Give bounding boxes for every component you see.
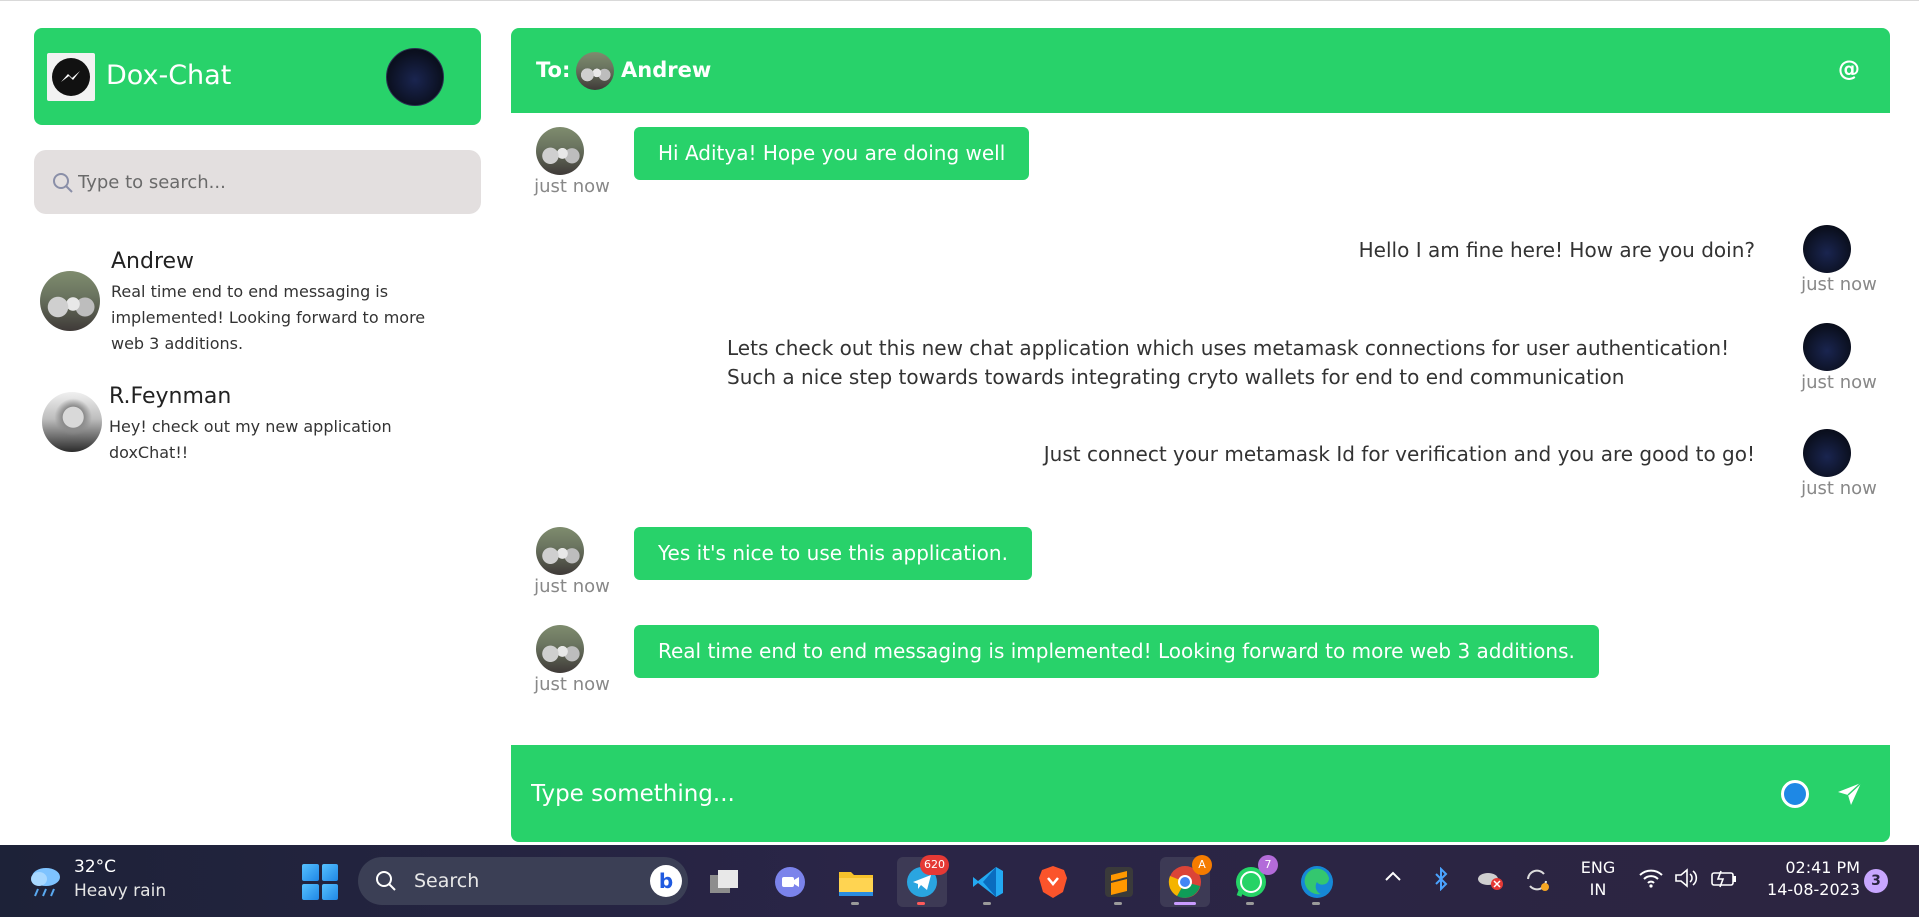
contact-avatar xyxy=(40,271,100,331)
bluetooth-icon[interactable] xyxy=(1432,866,1450,896)
taskbar: 32°C Heavy rain Search b 620 A 7 ENG IN … xyxy=(0,845,1919,917)
message-avatar xyxy=(536,625,584,673)
whatsapp-badge: 7 xyxy=(1258,855,1278,875)
contact-name: R.Feynman xyxy=(109,384,232,409)
message-input[interactable] xyxy=(531,773,1681,815)
app-title: Dox-Chat xyxy=(106,60,232,91)
contact-avatar xyxy=(42,392,102,452)
send-icon[interactable] xyxy=(1835,779,1865,809)
language-code: ENG xyxy=(1580,858,1616,877)
message-time: just now xyxy=(534,176,610,197)
notification-badge[interactable]: 3 xyxy=(1864,869,1888,893)
message-avatar xyxy=(536,127,584,175)
brand-header: Dox-Chat xyxy=(34,28,481,125)
contact-search xyxy=(34,150,481,214)
weather-condition[interactable]: Heavy rain xyxy=(74,881,166,901)
messenger-logo-icon xyxy=(47,53,95,101)
message-bubble-incoming: Yes it's nice to use this application. xyxy=(634,527,1032,580)
sublime-text-icon[interactable] xyxy=(1094,857,1144,907)
mention-button[interactable]: @ xyxy=(1838,57,1860,82)
clock[interactable]: 02:41 PM 14-08-2023 xyxy=(1760,857,1860,901)
chrome-icon[interactable]: A xyxy=(1160,855,1212,907)
weather-temperature[interactable]: 32°C xyxy=(74,857,116,877)
whatsapp-icon[interactable]: 7 xyxy=(1226,855,1278,907)
message-time: just now xyxy=(1801,478,1877,499)
message-text-outgoing: Lets check out this new chat application… xyxy=(727,336,1730,389)
message-time: just now xyxy=(534,674,610,695)
brave-browser-icon[interactable] xyxy=(1028,857,1078,907)
edge-browser-icon[interactable] xyxy=(1292,857,1342,907)
task-view-icon[interactable] xyxy=(700,857,750,907)
recipient-name: Andrew xyxy=(621,58,712,82)
language-indicator[interactable]: ENG IN xyxy=(1578,857,1618,901)
bing-icon[interactable]: b xyxy=(650,865,682,897)
message-bubble-incoming: Real time end to end messaging is implem… xyxy=(634,625,1599,678)
message-time: just now xyxy=(1801,274,1877,295)
wifi-icon[interactable] xyxy=(1638,867,1664,894)
chat-header: To: Andrew @ xyxy=(511,28,1890,113)
search-icon xyxy=(53,173,73,193)
onedrive-error-icon[interactable] xyxy=(1476,867,1504,896)
attach-icon[interactable] xyxy=(1781,780,1809,808)
clock-date: 14-08-2023 xyxy=(1767,880,1860,899)
message-text-outgoing: Hello I am fine here! How are you doin? xyxy=(1358,238,1755,262)
language-region: IN xyxy=(1589,880,1607,899)
contact-last-message: Real time end to end messaging is implem… xyxy=(111,282,426,353)
message-avatar xyxy=(1803,323,1851,371)
taskbar-search[interactable]: Search b xyxy=(358,857,688,905)
chevron-up-icon[interactable] xyxy=(1383,867,1403,888)
battery-charging-icon[interactable] xyxy=(1710,867,1738,894)
telegram-badge: 620 xyxy=(920,855,949,875)
message-avatar xyxy=(1803,225,1851,273)
search-input[interactable] xyxy=(78,162,458,202)
volume-icon[interactable] xyxy=(1673,867,1699,894)
clock-time: 02:41 PM xyxy=(1785,858,1860,877)
taskbar-search-label: Search xyxy=(414,870,480,892)
message-time: just now xyxy=(534,576,610,597)
contact-item-rfeynman[interactable]: R.Feynman Hey! check out my new applicat… xyxy=(34,380,481,470)
contact-name: Andrew xyxy=(111,249,195,274)
recipient-avatar xyxy=(576,52,614,90)
search-icon xyxy=(376,871,396,891)
user-avatar[interactable] xyxy=(386,48,444,106)
contact-last-message: Hey! check out my new application doxCha… xyxy=(109,417,392,462)
weather-rain-icon[interactable] xyxy=(26,863,66,899)
telegram-icon[interactable]: 620 xyxy=(897,855,949,907)
message-time: just now xyxy=(1801,372,1877,393)
teams-meet-icon[interactable] xyxy=(765,857,815,907)
message-composer xyxy=(511,745,1890,842)
sync-icon[interactable] xyxy=(1523,867,1551,898)
windows-start-icon[interactable] xyxy=(302,864,338,900)
contact-item-andrew[interactable]: Andrew Real time end to end messaging is… xyxy=(34,245,481,355)
message-avatar xyxy=(1803,429,1851,477)
message-text-outgoing: Just connect your metamask Id for verifi… xyxy=(1043,442,1755,466)
vscode-icon[interactable] xyxy=(963,857,1013,907)
file-explorer-icon[interactable] xyxy=(831,857,881,907)
to-label: To: xyxy=(536,58,571,82)
chrome-profile-badge: A xyxy=(1192,855,1212,875)
top-divider xyxy=(0,0,1919,1)
message-bubble-incoming: Hi Aditya! Hope you are doing well xyxy=(634,127,1030,180)
message-avatar xyxy=(536,527,584,575)
